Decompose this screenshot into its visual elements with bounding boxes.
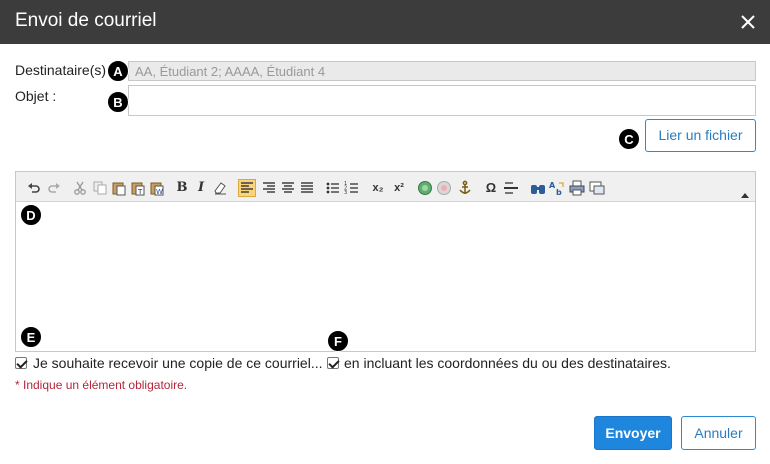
- copy-checkbox[interactable]: [15, 357, 27, 369]
- redo-icon[interactable]: [46, 180, 62, 196]
- superscript-icon[interactable]: x²: [391, 180, 407, 196]
- find-icon[interactable]: [530, 180, 546, 196]
- paste-text-icon[interactable]: T: [130, 180, 146, 196]
- close-icon[interactable]: [737, 11, 759, 33]
- copy-checkbox-label: Je souhaite recevoir une copie de ce cou…: [33, 355, 323, 371]
- subject-label: Objet :: [15, 88, 57, 104]
- svg-text:b: b: [556, 188, 562, 196]
- unlink-icon[interactable]: [436, 180, 452, 196]
- svg-text:T: T: [137, 188, 143, 196]
- link-icon[interactable]: [417, 180, 433, 196]
- annotation-badge-b: B: [107, 91, 129, 113]
- italic-icon[interactable]: I: [193, 180, 209, 196]
- copy-icon[interactable]: [92, 180, 108, 196]
- dialog-title: Envoi de courriel: [15, 10, 157, 31]
- recipient-label: Destinataire(s): [15, 62, 107, 78]
- include-recipients-label: en incluant les coordonnées du ou des de…: [344, 355, 671, 371]
- annotation-badge-d: D: [20, 204, 42, 226]
- svg-text:A: A: [549, 181, 556, 190]
- bulleted-list-icon[interactable]: [325, 180, 341, 196]
- annotation-badge-e: E: [20, 326, 42, 348]
- required-note: * Indique un élément obligatoire.: [15, 378, 188, 392]
- print-icon[interactable]: [569, 180, 585, 196]
- undo-icon[interactable]: [26, 180, 42, 196]
- editor-body[interactable]: [16, 203, 755, 351]
- include-recipients-checkbox[interactable]: [327, 357, 339, 369]
- attach-file-button[interactable]: Lier un fichier: [645, 119, 756, 152]
- numbered-list-icon[interactable]: 123: [344, 180, 360, 196]
- editor-toolbar: T W B I 123 x₂ x² Ω Ab: [16, 172, 755, 202]
- replace-icon[interactable]: Ab: [549, 180, 565, 196]
- paste-word-icon[interactable]: W: [149, 180, 165, 196]
- svg-text:W: W: [156, 188, 163, 196]
- align-center-icon[interactable]: [280, 180, 296, 196]
- align-right-icon[interactable]: [261, 180, 277, 196]
- annotation-badge-c: C: [618, 128, 640, 150]
- expand-toolbar-icon[interactable]: [741, 192, 749, 198]
- subject-input[interactable]: [128, 85, 756, 116]
- special-char-icon[interactable]: Ω: [483, 180, 499, 196]
- send-button[interactable]: Envoyer: [594, 416, 672, 450]
- anchor-icon[interactable]: [457, 180, 473, 196]
- preview-icon[interactable]: [589, 180, 605, 196]
- remove-format-icon[interactable]: [212, 180, 228, 196]
- annotation-badge-a: A: [107, 60, 129, 82]
- horizontal-rule-icon[interactable]: [503, 180, 519, 196]
- subscript-icon[interactable]: x₂: [370, 180, 386, 196]
- cut-icon[interactable]: [72, 180, 88, 196]
- justify-icon[interactable]: [299, 180, 315, 196]
- recipient-field: AA, Étudiant 2; AAAA, Étudiant 4: [128, 61, 756, 81]
- dialog-titlebar: Envoi de courriel: [0, 0, 770, 44]
- cancel-button[interactable]: Annuler: [681, 416, 756, 450]
- rich-text-editor[interactable]: T W B I 123 x₂ x² Ω Ab: [15, 171, 756, 352]
- annotation-badge-f: F: [327, 330, 349, 352]
- align-left-icon[interactable]: [238, 179, 256, 197]
- paste-icon[interactable]: [111, 180, 127, 196]
- bold-icon[interactable]: B: [174, 180, 190, 196]
- svg-text:3: 3: [344, 190, 347, 196]
